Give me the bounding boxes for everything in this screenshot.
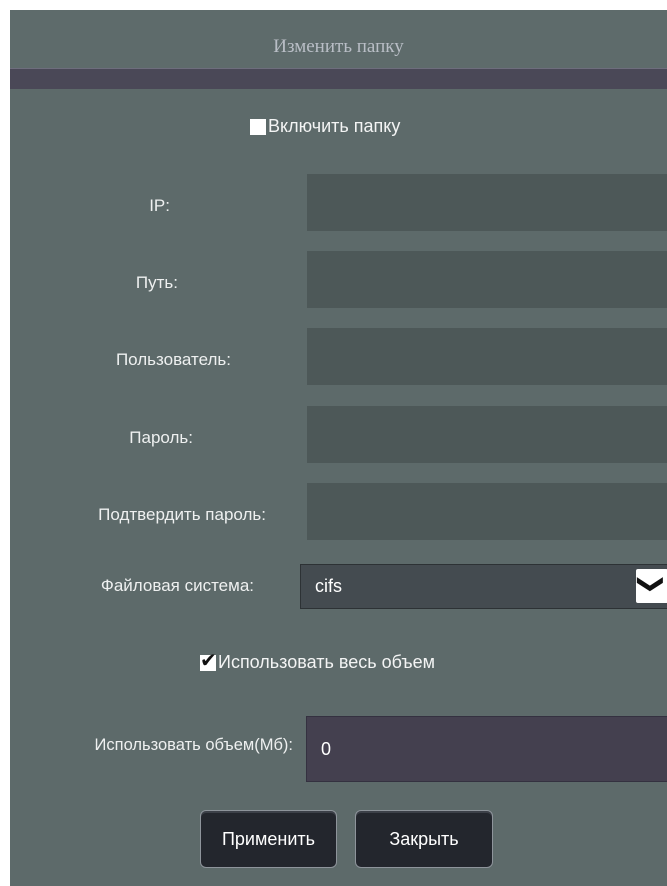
enable-folder-checkbox[interactable]: [250, 118, 266, 135]
filesystem-select[interactable]: cifs ❯: [300, 564, 667, 609]
confirm-password-input[interactable]: [307, 483, 667, 540]
password-label: Пароль:: [129, 428, 193, 447]
title-divider: [10, 68, 667, 89]
volume-label: Использовать объем(Мб):: [94, 736, 293, 754]
filesystem-label: Файловая система:: [100, 576, 254, 595]
use-full-volume-checkbox-row[interactable]: ✔ Использовать весь объем: [200, 649, 435, 673]
dialog-titlebar: Изменить папку: [10, 10, 667, 68]
volume-value: 0: [321, 739, 332, 759]
user-input[interactable]: [307, 328, 667, 385]
confirm-password-label: Подтвердить пароль:: [98, 505, 266, 524]
path-label: Путь:: [135, 273, 178, 292]
enable-folder-checkbox-row[interactable]: Включить папку: [250, 116, 400, 137]
user-label: Пользователь:: [115, 350, 231, 369]
use-full-volume-checkbox[interactable]: ✔: [200, 649, 217, 671]
dialog-title: Изменить папку: [273, 36, 404, 57]
chevron-down-icon: ❯: [635, 573, 666, 595]
filesystem-value: cifs: [315, 576, 342, 596]
password-input[interactable]: [307, 406, 667, 463]
use-full-volume-label: Использовать весь объем: [218, 652, 435, 672]
apply-button[interactable]: Применить: [200, 810, 337, 868]
ip-input[interactable]: [307, 174, 667, 231]
checkmark-icon: ✔: [200, 647, 217, 672]
enable-folder-label: Включить папку: [268, 116, 401, 136]
close-button[interactable]: Закрыть: [355, 810, 493, 868]
dropdown-button[interactable]: ❯: [636, 569, 667, 603]
ip-label: IP:: [149, 196, 170, 215]
path-input[interactable]: [307, 251, 667, 308]
volume-input[interactable]: 0: [306, 716, 667, 782]
edit-folder-dialog: Изменить папку Включить папку IP: Путь: …: [10, 10, 667, 886]
